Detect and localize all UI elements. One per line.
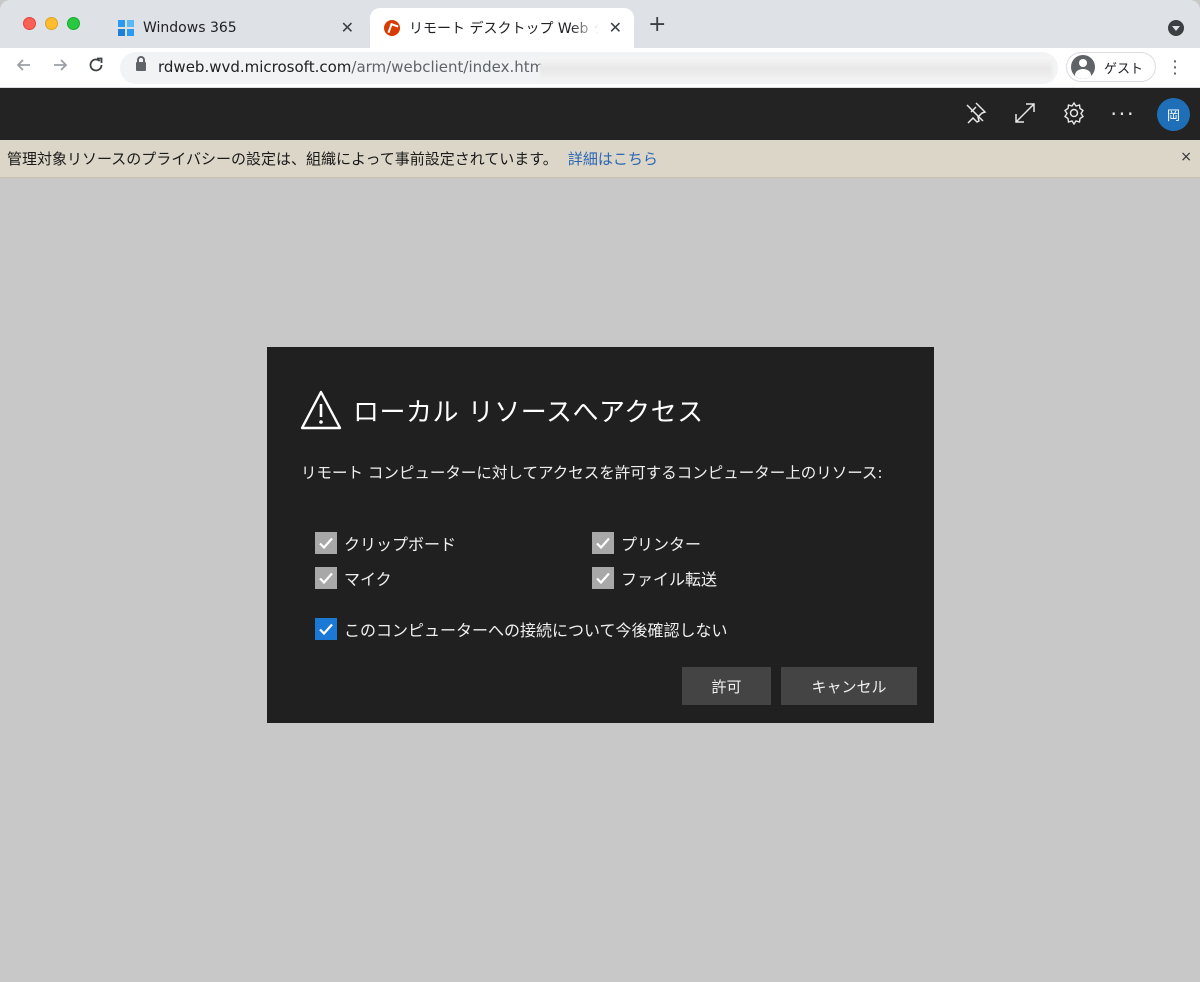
zoom-window-button[interactable] xyxy=(67,17,80,30)
tab-title: リモート デスクトップ Web クライアント xyxy=(409,21,599,37)
lock-icon xyxy=(136,56,146,71)
back-button[interactable] xyxy=(12,56,36,80)
checkmark-icon[interactable] xyxy=(315,532,337,554)
omnibox[interactable]: rdweb.wvd.microsoft.com/arm/webclient/in… xyxy=(120,52,1058,84)
clipboard-checkbox[interactable]: クリップボード xyxy=(315,531,456,555)
checkmark-icon[interactable] xyxy=(315,567,337,589)
notice-text: 管理対象リソースのプライバシーの設定は、組織によって事前設定されています。 xyxy=(7,150,558,168)
local-resources-dialog: ローカル リソースへアクセス リモート コンピューターに対してアクセスを許可する… xyxy=(267,347,934,723)
guest-avatar-icon xyxy=(1071,55,1095,79)
minimize-window-button[interactable] xyxy=(45,17,58,30)
tab-windows-365[interactable]: Windows 365 ✕ xyxy=(104,8,366,48)
rd-toolbar: ··· xyxy=(0,88,1200,140)
tab-title: Windows 365 xyxy=(143,20,237,36)
printer-checkbox[interactable]: プリンター xyxy=(592,531,701,555)
checkmark-icon[interactable] xyxy=(592,567,614,589)
checkbox-label: ファイル転送 xyxy=(621,570,718,589)
dialog-description: リモート コンピューターに対してアクセスを許可するコンピューター上のリソース: xyxy=(301,464,883,482)
checkbox-label: クリップボード xyxy=(344,535,457,554)
fullscreen-icon[interactable] xyxy=(1011,100,1039,128)
arrow-right-icon xyxy=(54,59,68,71)
allow-button[interactable]: 許可 xyxy=(682,667,771,705)
arrow-left-icon xyxy=(16,59,30,71)
checkmark-icon[interactable] xyxy=(592,532,614,554)
close-icon[interactable]: × xyxy=(1180,149,1192,165)
url-text: rdweb.wvd.microsoft.com/arm/webclient/in… xyxy=(158,58,557,76)
profile-button[interactable]: ゲスト xyxy=(1066,52,1156,82)
checkbox-label: マイク xyxy=(344,570,392,589)
browser-tab-bar: Windows 365 ✕ リモート デスクトップ Web クライアント ✕ + xyxy=(0,0,1200,48)
close-tab-icon[interactable]: ✕ xyxy=(341,19,354,37)
unpin-icon[interactable] xyxy=(961,100,989,128)
checkbox-label: プリンター xyxy=(621,535,702,554)
gear-icon[interactable] xyxy=(1060,100,1088,128)
user-avatar[interactable]: 岡 xyxy=(1157,98,1190,131)
close-tab-icon[interactable]: ✕ xyxy=(609,19,622,37)
learn-more-link[interactable]: 詳細はこちら xyxy=(568,148,658,169)
checkbox-label: このコンピューターへの接続について今後確認しない xyxy=(344,621,728,640)
privacy-notice-bar: 管理対象リソースのプライバシーの設定は、組織によって事前設定されています。 詳細… xyxy=(0,140,1200,178)
close-window-button[interactable] xyxy=(23,17,36,30)
remote-desktop-icon xyxy=(384,20,400,36)
browser-menu-icon[interactable]: ⋮ xyxy=(1166,58,1184,78)
microphone-checkbox[interactable]: マイク xyxy=(315,566,392,590)
reload-button[interactable] xyxy=(84,56,108,80)
tab-search-icon[interactable] xyxy=(1168,20,1184,36)
warning-icon xyxy=(300,390,342,430)
profile-label: ゲスト xyxy=(1104,61,1144,77)
new-tab-button[interactable]: + xyxy=(648,14,666,36)
more-icon[interactable]: ··· xyxy=(1109,100,1137,128)
cancel-button[interactable]: キャンセル xyxy=(781,667,917,705)
address-bar: rdweb.wvd.microsoft.com/arm/webclient/in… xyxy=(0,48,1200,88)
tab-remote-desktop[interactable]: リモート デスクトップ Web クライアント ✕ xyxy=(370,8,634,48)
windows-365-icon xyxy=(118,20,134,36)
file-transfer-checkbox[interactable]: ファイル転送 xyxy=(592,566,717,590)
reload-icon xyxy=(89,57,103,72)
dialog-title: ローカル リソースへアクセス xyxy=(353,397,704,428)
url-redaction xyxy=(540,56,1052,82)
dont-ask-again-checkbox[interactable]: このコンピューターへの接続について今後確認しない xyxy=(315,617,728,641)
dialog-header: ローカル リソースへアクセス xyxy=(299,389,704,431)
checkmark-icon[interactable] xyxy=(315,618,337,640)
forward-button[interactable] xyxy=(48,56,72,80)
